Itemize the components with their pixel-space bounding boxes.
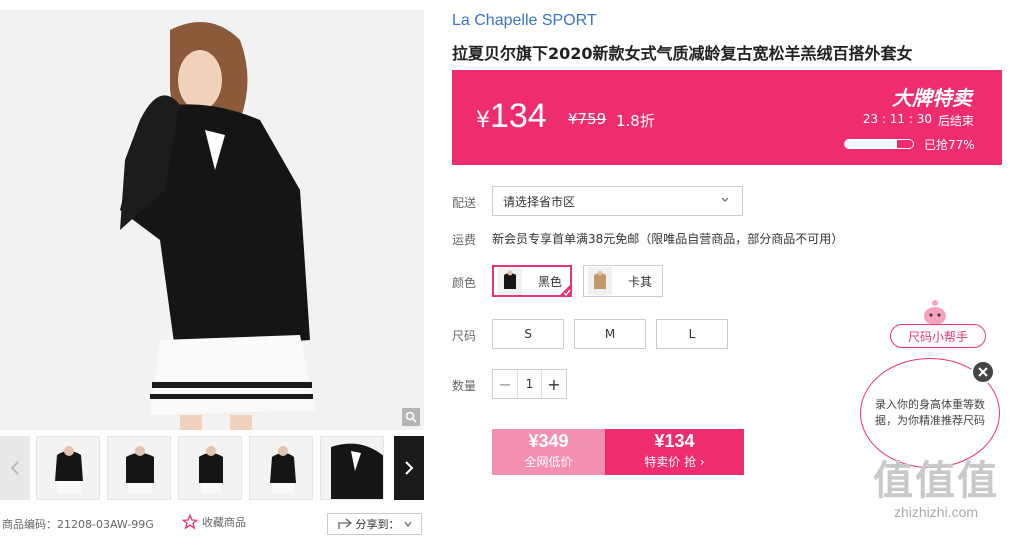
quantity-input[interactable]: 1 <box>517 370 542 398</box>
color-swatch-khaki <box>588 267 612 295</box>
favorite-label: 收藏商品 <box>202 516 246 529</box>
region-select[interactable]: 请选择省市区 <box>492 186 743 216</box>
freight-text: 新会员专享首单满38元免邮（限唯品自营商品，部分商品不可用） <box>492 232 844 246</box>
thumbnail-1[interactable] <box>36 436 100 500</box>
compare-price: ¥349 <box>528 431 569 451</box>
countdown-timer: 23 : 11 : 30 后结束 <box>863 112 974 129</box>
chevron-right-icon <box>405 461 414 475</box>
chevron-left-icon <box>10 461 19 475</box>
chevron-down-icon <box>721 197 729 202</box>
favorite-button[interactable]: 收藏商品 <box>182 514 246 530</box>
size-option-m[interactable]: M <box>574 319 646 349</box>
share-icon <box>337 518 352 529</box>
color-name-khaki: 卡其 <box>628 274 653 289</box>
main-product-photo <box>0 10 424 430</box>
size-label: 尺码 <box>452 329 477 343</box>
share-button[interactable]: 分享到： <box>327 513 422 535</box>
watermark: 值值值 zhizhizhi.com <box>862 448 1010 520</box>
thumbnail-prev-button[interactable] <box>0 436 30 500</box>
original-price: ¥759 <box>568 110 607 128</box>
buy-now-button[interactable]: ¥134 特卖价 抢 › <box>605 429 744 475</box>
color-label: 颜色 <box>452 276 477 290</box>
color-swatch-black <box>498 267 522 295</box>
quantity-increase-button[interactable]: + <box>542 370 566 398</box>
sku-code: 商品编码：21208-03AW-99G <box>2 518 154 531</box>
thumbnail-strip <box>0 436 424 500</box>
zoom-icon[interactable] <box>402 408 420 426</box>
model-photo <box>0 10 424 430</box>
countdown-value: 23 : 11 : 30 <box>862 112 932 126</box>
sold-progress-bar <box>844 139 914 149</box>
price-value: 134 <box>490 97 547 135</box>
thumbnail-next-button[interactable] <box>394 436 424 500</box>
compare-price-box: ¥349 全网低价 <box>492 429 605 475</box>
sale-price: ¥134 <box>654 431 695 451</box>
quantity-stepper: − 1 + <box>492 369 567 399</box>
thumbnail-3[interactable] <box>178 436 242 500</box>
price-banner: ¥ 134 ¥759 1.8折 大牌特卖 23 : 11 : 30 后结束 已抢… <box>452 70 1002 165</box>
quantity-label: 数量 <box>452 379 477 393</box>
current-price: ¥ 134 <box>476 97 547 136</box>
size-helper-close-button[interactable] <box>971 360 995 384</box>
size-option-l[interactable]: L <box>656 319 728 349</box>
watermark-url: zhizhizhi.com <box>893 504 979 520</box>
chevron-down-icon <box>403 521 412 527</box>
mascot-icon <box>924 300 946 325</box>
thumbnail-2[interactable] <box>107 436 171 500</box>
shipping-label: 配送 <box>452 196 477 210</box>
region-select-value: 请选择省市区 <box>503 194 576 209</box>
color-option-black[interactable]: 黑色 <box>492 265 572 297</box>
color-option-khaki[interactable]: 卡其 <box>583 265 663 297</box>
share-label: 分享到： <box>355 518 400 531</box>
freight-label: 运费 <box>452 233 477 247</box>
compare-price-label: 全网低价 <box>524 455 573 469</box>
star-icon <box>182 514 198 530</box>
gallery-meta-row: 商品编码：21208-03AW-99G 收藏商品 分享到： <box>0 513 424 535</box>
product-title: 拉夏贝尔旗下2020新款女式气质减龄复古宽松羊羔绒百搭外套女 <box>452 44 913 63</box>
watermark-logo: 值值值 <box>873 458 999 504</box>
sale-title: 大牌特卖 <box>892 86 972 110</box>
size-option-s[interactable]: S <box>492 319 564 349</box>
thumbnail-4[interactable] <box>249 436 313 500</box>
currency-symbol: ¥ <box>476 108 490 133</box>
buy-now-label: 特卖价 抢 › <box>644 455 705 469</box>
quantity-decrease-button[interactable]: − <box>493 370 517 398</box>
sold-progress-fill <box>845 140 898 148</box>
size-helper-button[interactable]: 尺码小帮手 <box>890 324 986 348</box>
close-icon <box>978 367 988 377</box>
countdown-suffix: 后结束 <box>937 114 974 128</box>
thumbnail-5[interactable] <box>320 436 384 500</box>
discount-label: 1.8折 <box>616 112 655 130</box>
brand-link[interactable]: La Chapelle SPORT <box>452 12 597 30</box>
size-helper-text: 录入你的身高体重等数据，为你精准推荐尺码 <box>875 398 985 427</box>
selected-check-icon <box>558 283 572 297</box>
sold-percent-text: 已抢77% <box>924 138 975 152</box>
